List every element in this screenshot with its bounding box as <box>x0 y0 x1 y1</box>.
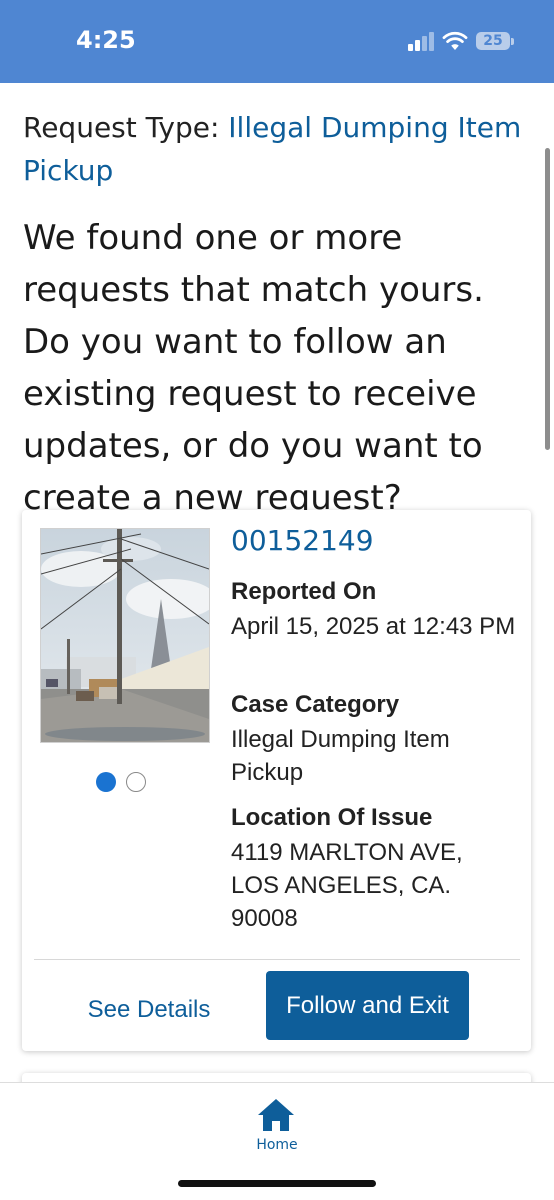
case-category-value: Illegal Dumping Item Pickup <box>231 726 450 786</box>
reported-on-label: Reported On <box>231 578 377 605</box>
see-details-button[interactable]: See Details <box>72 980 226 1040</box>
wifi-icon <box>442 31 468 50</box>
status-icons: 25 <box>408 30 514 52</box>
request-type-heading: Request Type: Illegal Dumping Item Picku… <box>23 106 523 192</box>
photo-pager <box>96 772 146 792</box>
home-indicator[interactable] <box>178 1180 376 1187</box>
case-number: 00152149 <box>231 524 374 557</box>
app-screen: 4:25 25 Request Type: Illegal Dumping It… <box>0 0 554 1200</box>
case-category-label: Case Category <box>231 691 400 718</box>
reported-on-value: April 15, 2025 at 12:43 PM <box>231 613 516 640</box>
cellular-signal-icon <box>408 31 434 51</box>
pager-dot-1[interactable] <box>96 772 116 792</box>
pager-dot-2[interactable] <box>126 772 146 792</box>
request-type-label: Request Type: <box>23 111 229 144</box>
scrollbar[interactable] <box>545 148 550 450</box>
tab-home[interactable]: Home <box>237 1091 317 1153</box>
card-divider <box>34 959 520 960</box>
street-photo-image <box>41 529 209 742</box>
request-photo[interactable] <box>40 528 210 743</box>
match-question: We found one or more requests that match… <box>23 218 484 518</box>
location-value: 4119 MARLTON AVE, LOS ANGELES, CA. 90008 <box>231 839 463 932</box>
status-time: 4:25 <box>76 26 136 54</box>
tab-home-label: Home <box>256 1137 298 1153</box>
follow-and-exit-button[interactable]: Follow and Exit <box>266 971 469 1040</box>
matching-request-card: 00152149 Reported On April 15, 2025 at 1… <box>22 510 531 1051</box>
location-label: Location Of Issue <box>231 804 433 831</box>
home-icon <box>258 1099 294 1131</box>
battery-icon: 25 <box>476 32 514 50</box>
battery-level: 25 <box>483 33 503 49</box>
status-bar: 4:25 25 <box>0 0 554 83</box>
